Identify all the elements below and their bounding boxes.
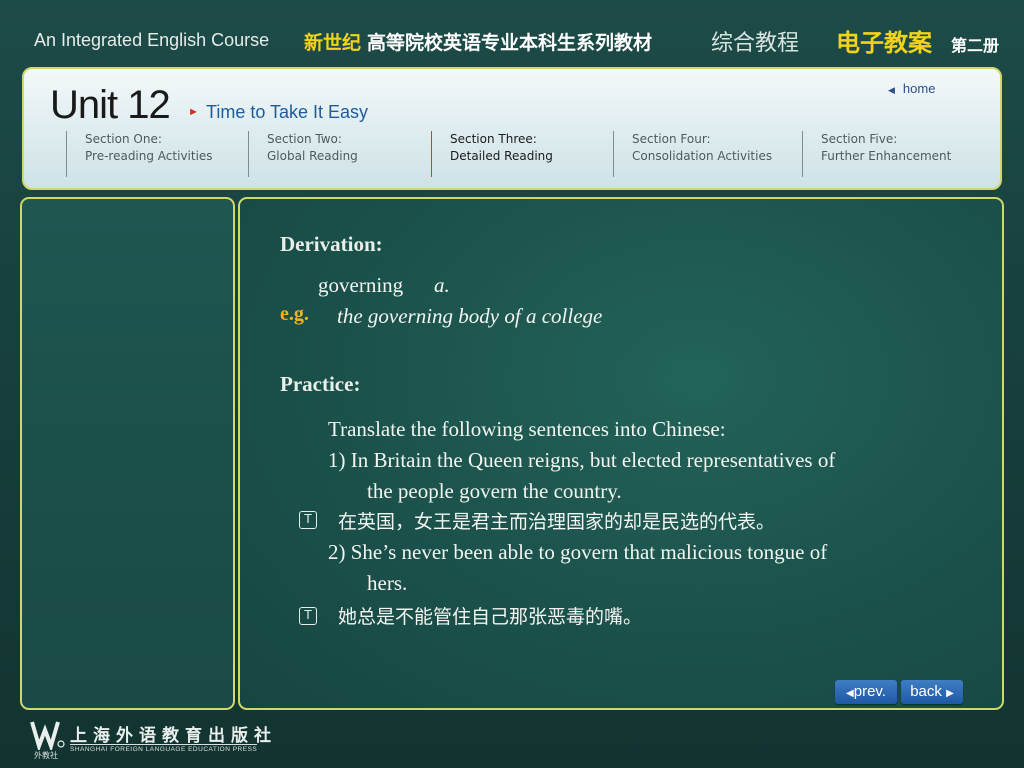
question-2-line-1: 2) She’s never been able to govern that … bbox=[328, 540, 828, 564]
section-three-link[interactable]: Section Three: Detailed Reading bbox=[431, 131, 553, 177]
translation-toggle-icon[interactable]: T bbox=[299, 607, 317, 625]
publisher-short-name: 外教社 bbox=[34, 751, 58, 760]
publisher-name-en: SHANGHAI FOREIGN LANGUAGE EDUCATION PRES… bbox=[70, 744, 258, 753]
section-title: Detailed Reading bbox=[450, 149, 553, 163]
question-1-line-1: 1) In Britain the Queen reigns, but elec… bbox=[328, 448, 836, 472]
part-of-speech: a. bbox=[434, 273, 450, 297]
translation-toggle-icon[interactable]: T bbox=[299, 511, 317, 529]
answer-1: 在英国，女王是君主而治理国家的却是民选的代表。 bbox=[338, 511, 776, 533]
section-five-link[interactable]: Section Five: Further Enhancement bbox=[802, 131, 951, 177]
side-panel bbox=[20, 197, 235, 710]
section-title: Further Enhancement bbox=[821, 149, 952, 163]
back-button[interactable]: back ▶ bbox=[901, 680, 963, 704]
course-name-cn: 综合教程 bbox=[711, 31, 800, 56]
section-number: Section Three: bbox=[450, 132, 537, 146]
section-two-link[interactable]: Section Two: Global Reading bbox=[248, 131, 358, 177]
section-title: Pre-reading Activities bbox=[85, 149, 213, 163]
series-title-highlight: 新世纪 bbox=[304, 32, 362, 54]
practice-instruction: Translate the following sentences into C… bbox=[328, 417, 726, 441]
derivation-heading: Derivation: bbox=[280, 232, 383, 256]
triangle-right-icon: ► bbox=[188, 106, 199, 118]
derivation-word: governing bbox=[318, 273, 404, 297]
practice-heading: Practice: bbox=[280, 372, 361, 396]
volume-label: 第二册 bbox=[951, 36, 1000, 55]
triangle-left-icon: ◀ bbox=[888, 85, 895, 95]
triangle-right-icon: ▶ bbox=[946, 688, 954, 699]
answer-2: 她总是不能管住自己那张恶毒的嘴。 bbox=[338, 606, 643, 628]
series-title: 高等院校英语专业本科生系列教材 bbox=[367, 32, 653, 54]
example-label: e.g. bbox=[280, 303, 309, 325]
example-text: the governing body of a college bbox=[337, 304, 603, 328]
top-banner: An Integrated English Course 新世纪 高等院校英语专… bbox=[0, 0, 1024, 68]
section-four-link[interactable]: Section Four: Consolidation Activities bbox=[613, 131, 772, 177]
section-title: Consolidation Activities bbox=[632, 149, 773, 163]
course-title: An Integrated English Course bbox=[34, 30, 270, 50]
publisher-name: 上海外语教育出版社 bbox=[70, 726, 277, 746]
section-one-link[interactable]: Section One: Pre-reading Activities bbox=[66, 131, 213, 177]
unit-subtitle: Time to Take It Easy bbox=[206, 102, 369, 122]
unit-header-panel: Unit 12 ► Time to Take It Easy ◀ home Sec… bbox=[22, 67, 1002, 190]
question-2-line-2: hers. bbox=[367, 571, 408, 595]
prev-label: prev. bbox=[853, 683, 886, 700]
question-1-line-2: the people govern the country. bbox=[367, 479, 622, 503]
section-number: Section Two: bbox=[267, 132, 342, 146]
section-number: Section Four: bbox=[632, 132, 711, 146]
home-link[interactable]: ◀ home bbox=[888, 81, 935, 96]
triangle-left-icon: ◀ bbox=[846, 688, 854, 699]
section-title: Global Reading bbox=[267, 149, 358, 163]
e-lesson-label: 电子教案 bbox=[836, 29, 932, 57]
section-number: Section Five: bbox=[821, 132, 898, 146]
prev-button[interactable]: ◀prev. bbox=[835, 680, 897, 704]
section-number: Section One: bbox=[85, 132, 162, 146]
unit-title: Unit 12 bbox=[50, 83, 171, 127]
back-label: back bbox=[910, 683, 942, 700]
home-label: home bbox=[902, 81, 936, 96]
